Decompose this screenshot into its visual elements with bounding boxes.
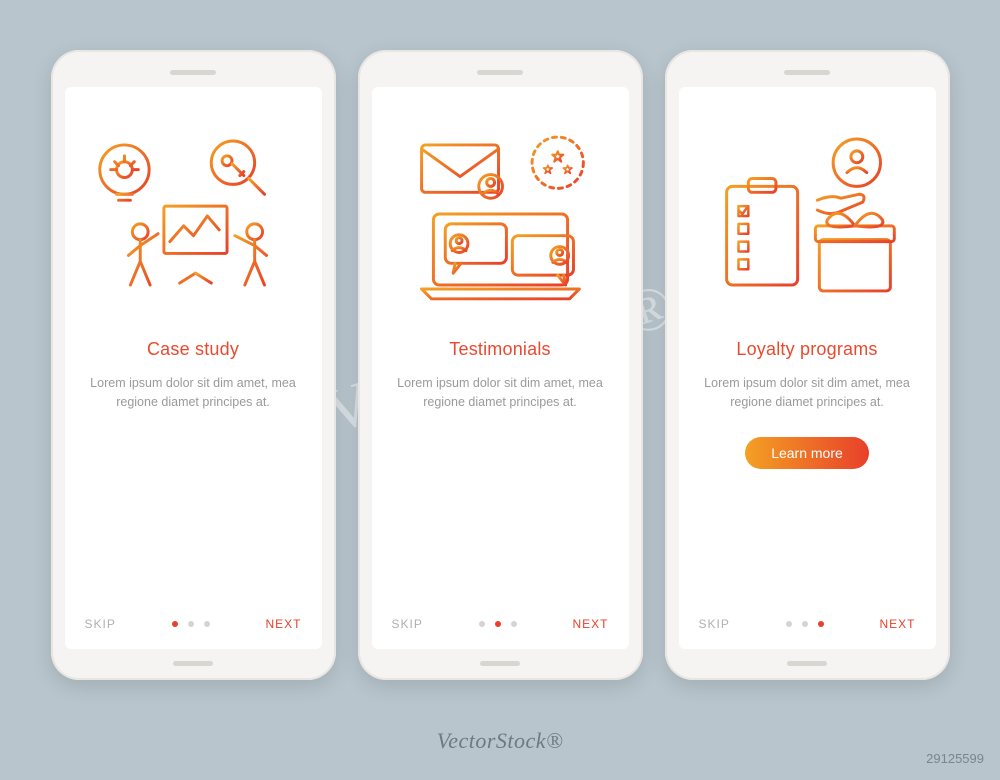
dot-3[interactable] — [511, 621, 517, 627]
next-button[interactable]: NEXT — [879, 617, 915, 631]
phone-speaker — [170, 70, 216, 75]
screen-title: Case study — [85, 339, 302, 360]
phone-home-indicator — [787, 661, 827, 666]
dot-2[interactable] — [802, 621, 808, 627]
phone-home-indicator — [173, 661, 213, 666]
phone-testimonials: Testimonials Lorem ipsum dolor sit dim a… — [358, 50, 643, 680]
page-dots — [479, 621, 517, 627]
dot-3[interactable] — [204, 621, 210, 627]
learn-more-button[interactable]: Learn more — [745, 437, 869, 469]
page-dots — [172, 621, 210, 627]
testimonials-illustration — [392, 109, 609, 319]
dot-1[interactable] — [172, 621, 178, 627]
loyalty-illustration — [699, 109, 916, 319]
screen-body: Lorem ipsum dolor sit dim amet, mea regi… — [85, 374, 302, 413]
next-button[interactable]: NEXT — [265, 617, 301, 631]
dot-2[interactable] — [495, 621, 501, 627]
phone-speaker — [784, 70, 830, 75]
skip-button[interactable]: SKIP — [85, 617, 116, 631]
dot-3[interactable] — [818, 621, 824, 627]
dot-2[interactable] — [188, 621, 194, 627]
onboarding-screen-3: Loyalty programs Lorem ipsum dolor sit d… — [679, 87, 936, 649]
onboarding-footer: SKIP NEXT — [699, 599, 916, 631]
dot-1[interactable] — [786, 621, 792, 627]
vectorstock-watermark: VectorStock® — [0, 728, 1000, 754]
phone-mockup-row: Case study Lorem ipsum dolor sit dim ame… — [50, 50, 950, 680]
dot-1[interactable] — [479, 621, 485, 627]
screen-body: Lorem ipsum dolor sit dim amet, mea regi… — [699, 374, 916, 413]
screen-title: Loyalty programs — [699, 339, 916, 360]
next-button[interactable]: NEXT — [572, 617, 608, 631]
screen-body: Lorem ipsum dolor sit dim amet, mea regi… — [392, 374, 609, 413]
onboarding-footer: SKIP NEXT — [392, 599, 609, 631]
onboarding-footer: SKIP NEXT — [85, 599, 302, 631]
phone-loyalty: Loyalty programs Lorem ipsum dolor sit d… — [665, 50, 950, 680]
image-id-label: 29125599 — [926, 751, 984, 766]
phone-case-study: Case study Lorem ipsum dolor sit dim ame… — [51, 50, 336, 680]
case-study-illustration — [85, 109, 302, 319]
phone-speaker — [477, 70, 523, 75]
skip-button[interactable]: SKIP — [699, 617, 730, 631]
phone-home-indicator — [480, 661, 520, 666]
page-dots — [786, 621, 824, 627]
screen-title: Testimonials — [392, 339, 609, 360]
onboarding-screen-2: Testimonials Lorem ipsum dolor sit dim a… — [372, 87, 629, 649]
onboarding-screen-1: Case study Lorem ipsum dolor sit dim ame… — [65, 87, 322, 649]
skip-button[interactable]: SKIP — [392, 617, 423, 631]
